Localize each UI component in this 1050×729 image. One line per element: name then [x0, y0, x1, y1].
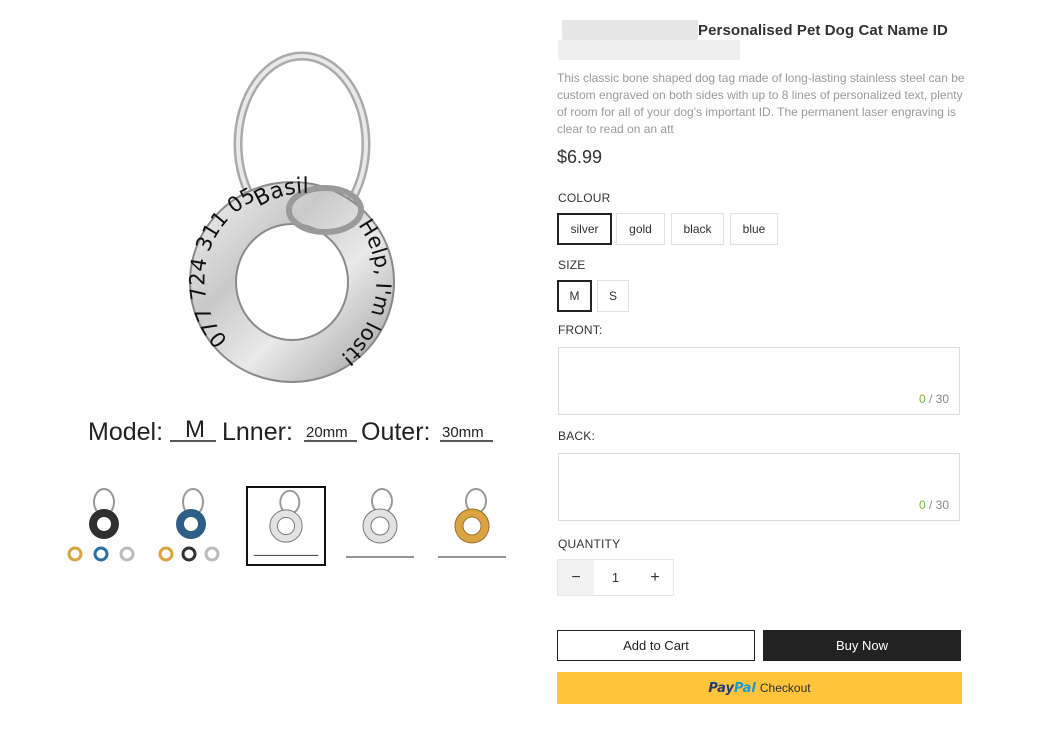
- quantity-label: QUANTITY: [558, 537, 621, 551]
- front-char-counter: 0 / 30: [918, 392, 949, 406]
- caption-inner-label: Lnner:: [222, 418, 293, 446]
- size-option-s[interactable]: S: [597, 280, 629, 312]
- product-title: Personalised Pet Dog Cat Name ID: [698, 22, 948, 39]
- back-engraving-field[interactable]: 0 / 30: [558, 453, 960, 521]
- tag-thumbnail-icon: [67, 488, 135, 562]
- back-engraving-input[interactable]: [559, 454, 959, 520]
- caption-outer-value: 30mm: [442, 424, 484, 441]
- quantity-value[interactable]: 1: [594, 560, 637, 595]
- main-product-image: 077 724 311 05 Basil Help, I'm lost! Mod…: [70, 40, 520, 460]
- caption-inner-value: 20mm: [306, 424, 348, 441]
- product-description: This classic bone shaped dog tag made of…: [557, 71, 965, 136]
- quantity-increase-button[interactable]: +: [637, 560, 673, 595]
- thumbnail-strip: [60, 486, 520, 568]
- tag-thumbnail-icon: [346, 488, 414, 558]
- front-engraving-field[interactable]: 0 / 30: [558, 347, 960, 415]
- product-price: $6.99: [557, 147, 603, 167]
- paypal-checkout-label: Checkout: [759, 681, 811, 695]
- front-label: FRONT:: [558, 323, 603, 337]
- quantity-stepper: − 1 +: [557, 559, 674, 596]
- front-engraving-input[interactable]: [559, 348, 959, 414]
- caption-model-label: Model:: [88, 418, 163, 446]
- back-char-counter: 0 / 30: [918, 498, 949, 512]
- tag-thumbnail-icon: [253, 489, 319, 557]
- tag-thumbnail-icon: [438, 488, 506, 558]
- back-label: BACK:: [558, 429, 596, 443]
- caption-model-value: M: [185, 416, 205, 443]
- size-label: SIZE: [558, 258, 586, 272]
- paypal-checkout-button[interactable]: PayPal Checkout: [557, 672, 962, 704]
- colour-option-black[interactable]: black: [671, 213, 724, 245]
- add-to-cart-button[interactable]: Add to Cart: [557, 630, 755, 661]
- size-option-m[interactable]: M: [557, 280, 592, 312]
- thumbnail-black[interactable]: [60, 486, 140, 566]
- thumbnail-silver[interactable]: [340, 486, 420, 566]
- quantity-decrease-button[interactable]: −: [558, 560, 594, 595]
- colour-option-blue[interactable]: blue: [730, 213, 778, 245]
- colour-label: COLOUR: [558, 191, 611, 205]
- caption-outer-label: Outer:: [361, 418, 430, 446]
- buy-now-button[interactable]: Buy Now: [763, 630, 961, 661]
- colour-option-gold[interactable]: gold: [616, 213, 665, 245]
- thumbnail-gold[interactable]: [432, 486, 512, 566]
- thumbnail-silver-selected[interactable]: [246, 486, 326, 566]
- tag-thumbnail-icon: [158, 488, 220, 562]
- ring-tag-icon: 077 724 311 05 Basil Help, I'm lost! Mod…: [88, 51, 493, 446]
- colour-option-silver[interactable]: silver: [557, 213, 612, 245]
- thumbnail-blue[interactable]: [153, 486, 233, 566]
- paypal-logo-icon: PayPal: [708, 680, 756, 696]
